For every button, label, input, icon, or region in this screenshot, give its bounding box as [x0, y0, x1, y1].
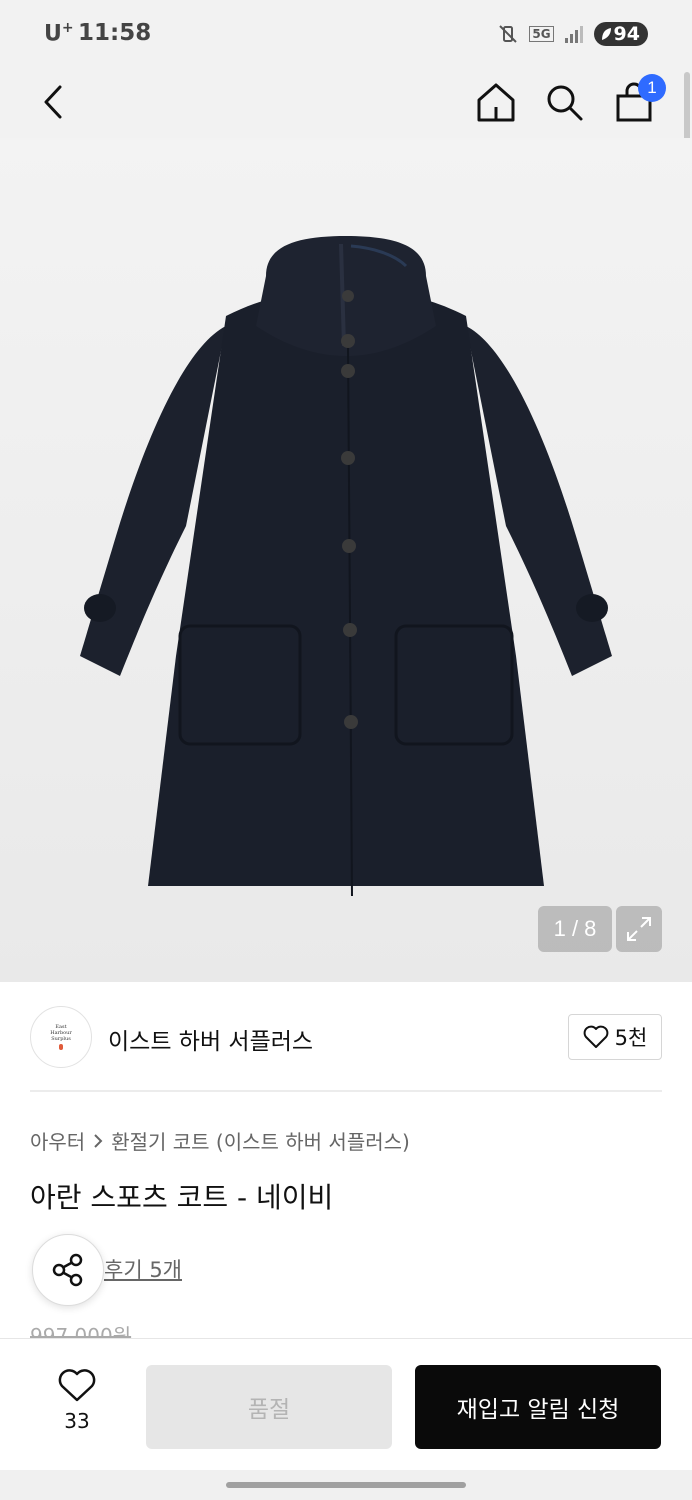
cart-count-badge: 1 — [638, 74, 666, 102]
restock-alert-button[interactable]: 재입고 알림 신청 — [415, 1365, 661, 1449]
share-button[interactable] — [32, 1234, 104, 1306]
heart-icon — [58, 1369, 96, 1402]
status-bar: U+ 11:58 5G 94 — [0, 0, 692, 70]
breadcrumb: 아우터 환절기 코트 (이스트 하버 서플러스) — [30, 1126, 410, 1155]
leaf-icon — [601, 28, 611, 40]
carrier-label: U+ — [44, 20, 74, 47]
image-counter: 1 / 8 — [538, 906, 612, 952]
expand-icon — [627, 917, 651, 941]
review-link[interactable]: 후기 5개 — [104, 1254, 182, 1284]
brand-row[interactable]: East Harbour Surplus 이스트 하버 서플러스 5천 — [30, 1004, 662, 1070]
home-indicator[interactable] — [226, 1482, 466, 1488]
top-nav-bar: 1 — [0, 70, 692, 138]
brand-like-button[interactable]: 5천 — [568, 1014, 662, 1060]
home-icon — [477, 83, 515, 122]
bottom-action-bar: 33 품절 재입고 알림 신청 — [0, 1338, 692, 1470]
status-time: 11:58 — [78, 20, 152, 46]
status-icons: 5G 94 — [497, 20, 648, 48]
search-button[interactable] — [542, 80, 586, 124]
product-title: 아란 스포츠 코트 - 네이비 — [30, 1181, 334, 1214]
product-image-gallery[interactable]: 1 / 8 — [0, 138, 692, 982]
home-button[interactable] — [474, 80, 518, 124]
brand-name[interactable]: 이스트 하버 서플러스 — [108, 1022, 313, 1056]
coat-image — [80, 236, 612, 897]
wishlist-count: 33 — [64, 1409, 90, 1433]
battery-indicator: 94 — [593, 22, 648, 46]
chevron-right-icon — [94, 1133, 103, 1148]
gesture-bar — [0, 1470, 692, 1500]
breadcrumb-category[interactable]: 아우터 — [30, 1126, 85, 1155]
brand-like-count: 5천 — [614, 1026, 648, 1050]
breadcrumb-subcategory[interactable]: 환절기 코트 (이스트 하버 서플러스) — [111, 1126, 410, 1155]
network-icon: 5G — [529, 26, 554, 42]
wishlist-button[interactable]: 33 — [44, 1369, 110, 1445]
chevron-left-icon — [44, 85, 62, 119]
vibrate-mute-icon — [499, 25, 518, 43]
search-icon — [547, 85, 583, 121]
heart-icon — [583, 1025, 609, 1048]
soldout-button[interactable]: 품절 — [146, 1365, 392, 1449]
cart-button[interactable]: 1 — [612, 74, 666, 124]
share-icon — [52, 1253, 83, 1287]
signal-icon — [564, 26, 583, 43]
expand-image-button[interactable] — [616, 906, 662, 952]
divider — [30, 1090, 662, 1092]
back-button[interactable] — [32, 80, 76, 124]
brand-logo[interactable]: East Harbour Surplus — [30, 1006, 92, 1068]
